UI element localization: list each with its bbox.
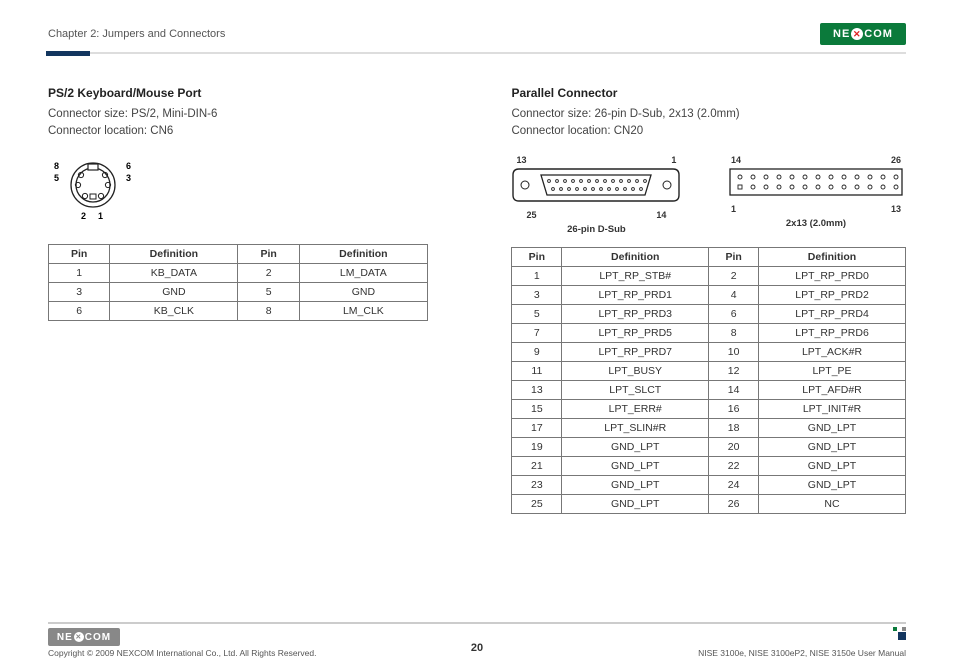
table-row: 1KB_DATA2LM_DATA bbox=[49, 263, 428, 282]
table-row: 3LPT_RP_PRD14LPT_RP_PRD2 bbox=[512, 285, 906, 304]
th-pin: Pin bbox=[49, 244, 110, 263]
table-row: 7LPT_RP_PRD58LPT_RP_PRD6 bbox=[512, 323, 906, 342]
parallel-pin-table: Pin Definition Pin Definition 1LPT_RP_ST… bbox=[511, 247, 906, 514]
table-row: 9LPT_RP_PRD710LPT_ACK#R bbox=[512, 342, 906, 361]
ps2-connector-figure: 8 5 6 3 2 1 bbox=[48, 159, 475, 230]
dsub-figure: 13 1 25 14 bbox=[511, 155, 681, 235]
ps2-location: Connector location: CN6 bbox=[48, 123, 475, 140]
top-rule-accent bbox=[46, 51, 90, 56]
table-row: 1LPT_RP_STB#2LPT_RP_PRD0 bbox=[512, 266, 906, 285]
table-row: 25GND_LPT26NC bbox=[512, 494, 906, 513]
th-def: Definition bbox=[562, 247, 709, 266]
logo-bottom: NE✕COM bbox=[48, 628, 120, 646]
parallel-title: Parallel Connector bbox=[511, 86, 906, 100]
table-row: 11LPT_BUSY12LPT_PE bbox=[512, 361, 906, 380]
svg-text:1: 1 bbox=[98, 211, 103, 221]
ps2-pin-table: Pin Definition Pin Definition 1KB_DATA2L… bbox=[48, 244, 428, 321]
table-row: 13LPT_SLCT14LPT_AFD#R bbox=[512, 380, 906, 399]
manual-name: NISE 3100e, NISE 3100eP2, NISE 3150e Use… bbox=[698, 648, 906, 658]
table-row: 23GND_LPT24GND_LPT bbox=[512, 475, 906, 494]
parallel-location: Connector location: CN20 bbox=[511, 123, 906, 140]
table-row: 6KB_CLK8LM_CLK bbox=[49, 301, 428, 320]
copyright: Copyright © 2009 NEXCOM International Co… bbox=[48, 648, 316, 658]
logo-top: NE✕COM bbox=[820, 23, 906, 45]
parallel-size: Connector size: 26-pin D-Sub, 2x13 (2.0m… bbox=[511, 106, 906, 123]
page-number: 20 bbox=[471, 642, 483, 654]
ps2-title: PS/2 Keyboard/Mouse Port bbox=[48, 86, 475, 100]
svg-text:2: 2 bbox=[81, 211, 86, 221]
table-row: 5LPT_RP_PRD36LPT_RP_PRD4 bbox=[512, 304, 906, 323]
table-row: 15LPT_ERR#16LPT_INIT#R bbox=[512, 399, 906, 418]
th-pin2: Pin bbox=[709, 247, 759, 266]
top-rule bbox=[48, 52, 906, 54]
chapter-title: Chapter 2: Jumpers and Connectors bbox=[48, 28, 225, 40]
svg-text:6: 6 bbox=[126, 161, 131, 171]
svg-text:5: 5 bbox=[54, 173, 59, 183]
th-pin: Pin bbox=[512, 247, 562, 266]
th-def: Definition bbox=[110, 244, 238, 263]
table-row: 21GND_LPT22GND_LPT bbox=[512, 456, 906, 475]
header-figure: 14 26 1 13 2x13 (2.0mm) bbox=[726, 155, 906, 229]
table-row: 17LPT_SLIN#R18GND_LPT bbox=[512, 418, 906, 437]
svg-text:3: 3 bbox=[126, 173, 131, 183]
table-row: 3GND5GND bbox=[49, 282, 428, 301]
svg-text:8: 8 bbox=[54, 161, 59, 171]
table-row: 19GND_LPT20GND_LPT bbox=[512, 437, 906, 456]
th-def2: Definition bbox=[299, 244, 427, 263]
ps2-size: Connector size: PS/2, Mini-DIN-6 bbox=[48, 106, 475, 123]
th-pin2: Pin bbox=[238, 244, 299, 263]
th-def2: Definition bbox=[759, 247, 906, 266]
